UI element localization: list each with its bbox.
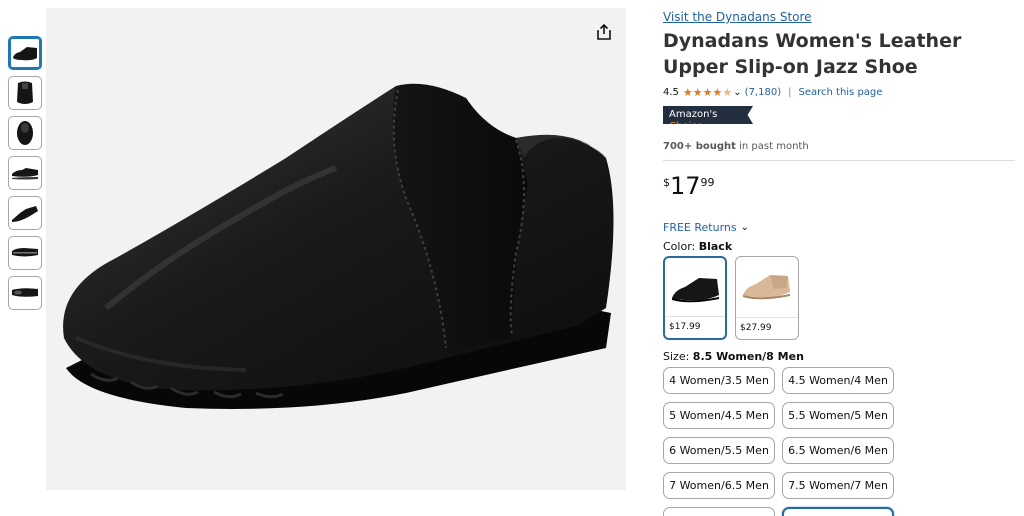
search-this-page-link[interactable]: Search this page: [798, 87, 882, 98]
color-label-row: Color: Black: [663, 240, 1015, 253]
product-info-panel: Visit the Dynadans Store Dynadans Women'…: [663, 8, 1015, 516]
thumbnail-5[interactable]: [8, 196, 42, 230]
size-option[interactable]: 6 Women/5.5 Men: [663, 437, 775, 464]
swatch-price: $27.99: [736, 317, 798, 339]
rating-value: 4.5: [663, 86, 679, 98]
bought-count: 700+ bought in past month: [663, 141, 1015, 152]
price: $ 17 99: [663, 173, 1015, 203]
jazz-shoe-image: [63, 83, 614, 409]
color-value: Black: [698, 240, 733, 253]
badge-suffix: Choice: [669, 121, 703, 132]
free-returns-link[interactable]: FREE Returns ⌄: [663, 221, 1015, 234]
size-option-selected[interactable]: 8.5 Women/8 Men: [782, 507, 894, 516]
size-option[interactable]: 5.5 Women/5 Men: [782, 402, 894, 429]
thumbnail-3[interactable]: [8, 116, 42, 150]
share-icon: [597, 23, 611, 40]
shoe-front-icon: [17, 121, 33, 145]
color-swatch-black[interactable]: $17.99: [663, 256, 727, 340]
thumbnail-7[interactable]: [8, 276, 42, 310]
rating-count-link[interactable]: (7,180): [745, 87, 781, 98]
color-swatch-tan[interactable]: $27.99: [735, 256, 799, 340]
size-option[interactable]: 4.5 Women/4 Men: [782, 367, 894, 394]
shoe-pair-icon: [12, 168, 38, 180]
free-returns-label: FREE Returns: [663, 221, 737, 234]
product-title: Dynadans Women's Leather Upper Slip-on J…: [663, 30, 962, 78]
shoe-back-icon: [17, 81, 33, 104]
size-option[interactable]: 5 Women/4.5 Men: [663, 402, 775, 429]
main-product-image[interactable]: [46, 8, 626, 490]
chevron-down-icon: ⌄: [740, 222, 749, 233]
bought-count-rest: in past month: [739, 141, 809, 152]
color-label: Color:: [663, 240, 696, 253]
amazons-choice-badge[interactable]: Amazon's Choice: [663, 106, 753, 124]
rating-row: 4.5 ★ ★ ★ ★ ★ ⌄ (7,180) | Search this page: [663, 84, 1015, 100]
separator: |: [788, 86, 792, 98]
size-option[interactable]: 7.5 Women/7 Men: [782, 472, 894, 499]
thumbnail-1[interactable]: [8, 36, 42, 70]
size-label: Size:: [663, 350, 690, 363]
star-rating-icon[interactable]: ★ ★ ★ ★ ★: [683, 87, 732, 98]
price-symbol: $: [663, 176, 670, 189]
size-option[interactable]: 8 Women/7.5 Men: [663, 507, 775, 516]
size-option[interactable]: 7 Women/6.5 Men: [663, 472, 775, 499]
thumbnail-4[interactable]: [8, 156, 42, 190]
size-option[interactable]: 6.5 Women/6 Men: [782, 437, 894, 464]
badge-prefix: Amazon's: [669, 109, 718, 120]
store-link[interactable]: Visit the Dynadans Store: [663, 8, 1015, 26]
color-swatches: $17.99 $27.99: [663, 256, 1015, 340]
chevron-down-icon[interactable]: ⌄: [733, 87, 741, 98]
shoe-angle-icon: [12, 206, 38, 222]
price-fraction: 99: [700, 176, 715, 189]
size-options: 4 Women/3.5 Men 4.5 Women/4 Men 5 Women/…: [663, 367, 1015, 516]
shoe-side-icon: [13, 47, 37, 61]
shoe-sole-icon: [12, 248, 38, 257]
thumbnail-6[interactable]: [8, 236, 42, 270]
thumbnail-list: [8, 36, 42, 316]
shoe-bottom-icon: [12, 288, 38, 297]
size-option[interactable]: 4 Women/3.5 Men: [663, 367, 775, 394]
share-button[interactable]: [590, 18, 618, 46]
divider: [663, 160, 1015, 161]
swatch-price: $17.99: [665, 316, 725, 338]
price-whole: 17: [670, 172, 701, 200]
size-label-row: Size: 8.5 Women/8 Men: [663, 350, 1015, 363]
bought-count-bold: 700+ bought: [663, 141, 736, 152]
size-value: 8.5 Women/8 Men: [692, 350, 804, 363]
thumbnail-2[interactable]: [8, 76, 42, 110]
black-shoe-icon: [672, 278, 719, 303]
tan-shoe-icon: [743, 275, 790, 300]
